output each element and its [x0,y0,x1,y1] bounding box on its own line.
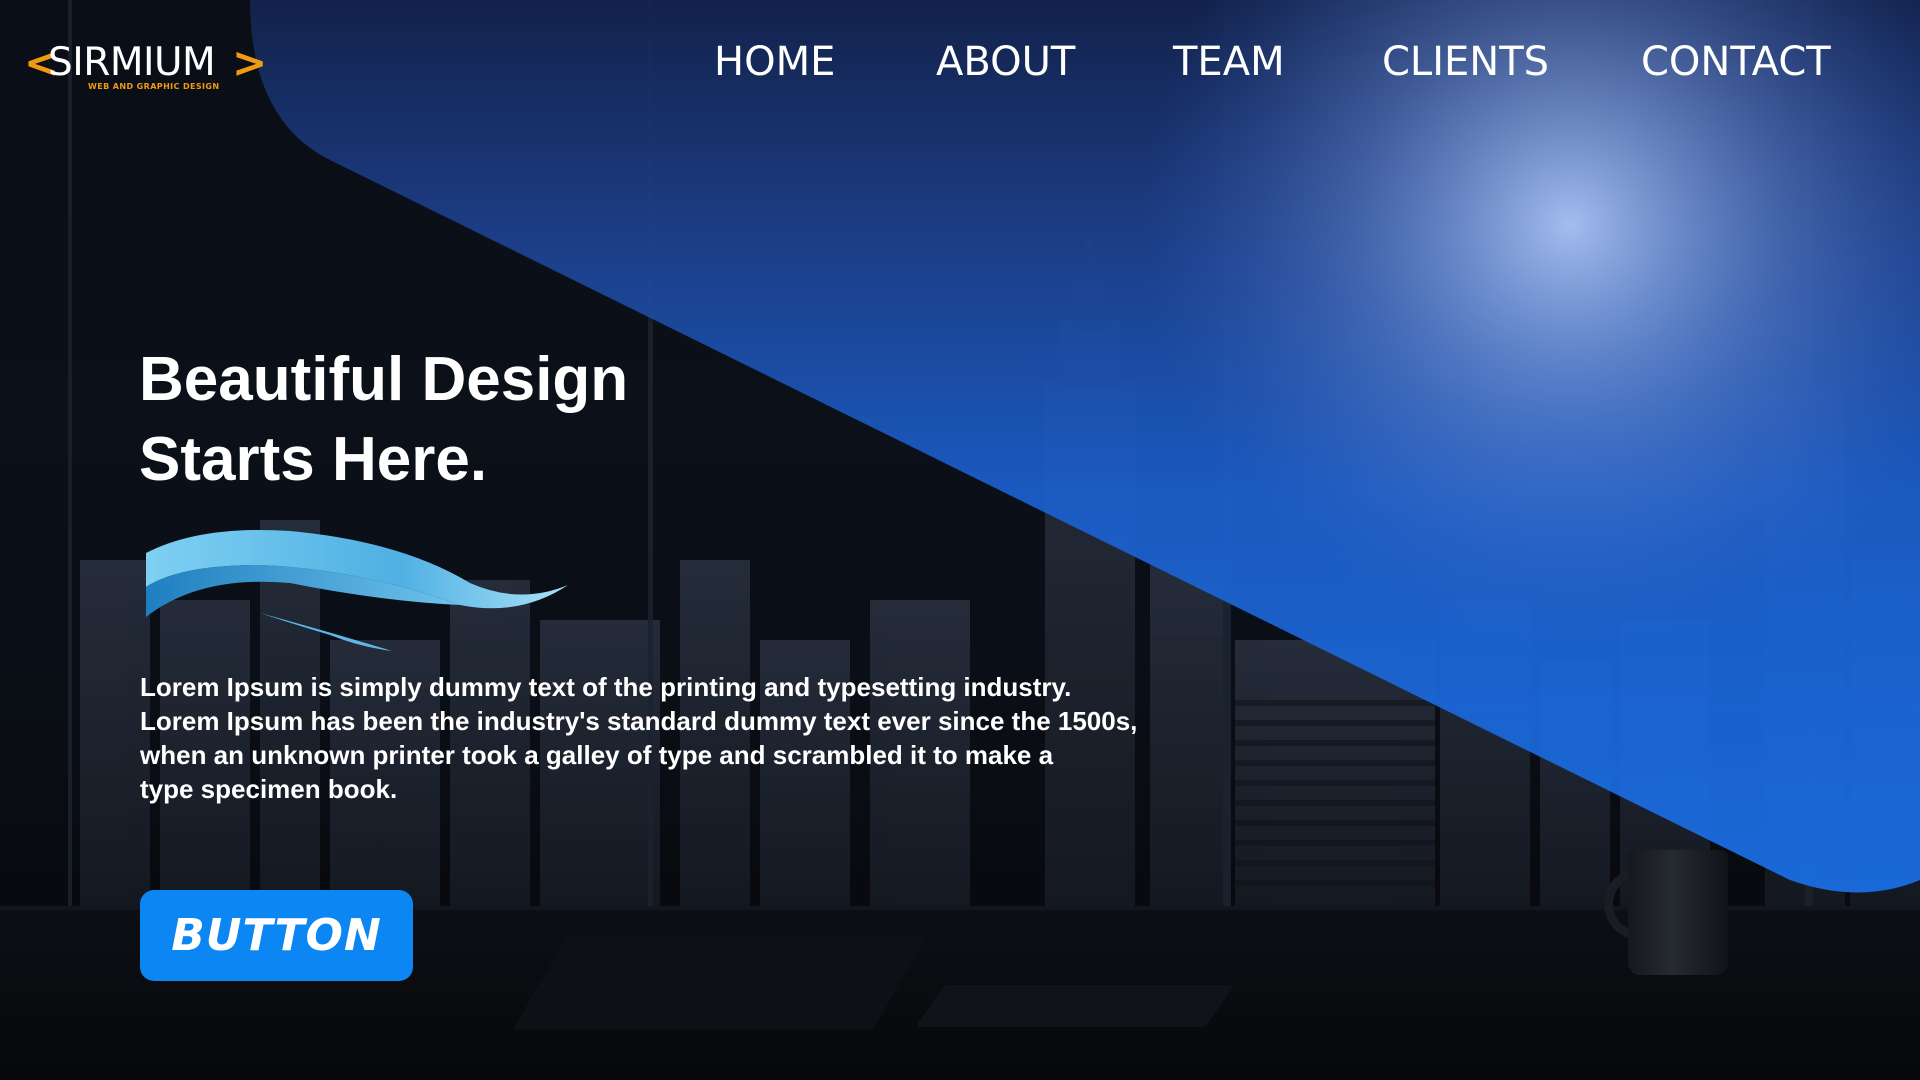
laptop-shape [512,935,928,1030]
hero-description-line: type specimen book. [140,774,398,804]
cta-button[interactable]: BUTTON [140,890,413,981]
coffee-mug [1628,850,1728,975]
hero-title: Beautiful Design Starts Here. [139,340,839,500]
hero-description: Lorem Ipsum is simply dummy text of the … [140,670,1240,806]
hero-title-line: Beautiful Design [139,345,629,414]
cta-button-label: BUTTON [171,910,382,961]
hero-title-line: Starts Here. [139,425,488,494]
wave-swoosh-icon [146,529,568,651]
nav-item-contact[interactable]: CONTACT [1641,32,1831,92]
nav-item-team[interactable]: TEAM [1173,32,1285,92]
nav-item-about[interactable]: ABOUT [936,32,1075,92]
hero-description-line: Lorem Ipsum is simply dummy text of the … [140,672,1072,702]
notebook-shape [915,985,1235,1027]
hero-description-line: when an unknown printer took a galley of… [140,740,1054,770]
nav-item-home[interactable]: HOME [714,32,835,92]
main-nav: HOME ABOUT TEAM CLIENTS CONTACT [0,32,1920,92]
nav-item-clients[interactable]: CLIENTS [1382,32,1549,92]
hero-description-line: Lorem Ipsum has been the industry's stan… [140,706,1138,736]
